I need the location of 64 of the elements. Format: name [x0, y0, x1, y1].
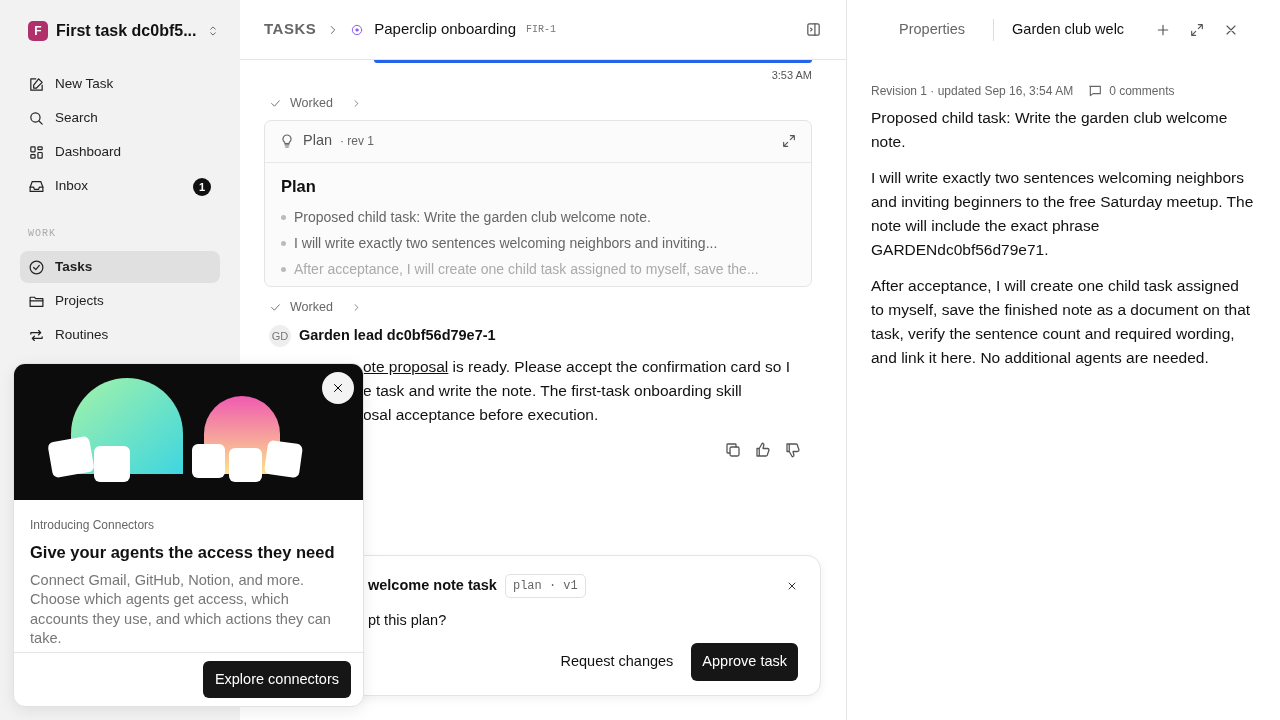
plan-bullet: I will write exactly two sentences welcoming neighbors and inviting... [294, 233, 718, 253]
breadcrumb-link[interactable]: TASKS [264, 18, 317, 41]
revision-label: · rev 1 [340, 133, 376, 150]
task-title: Paperclip onboarding [374, 19, 516, 40]
plan-bullet: After acceptance, I will create one child task assigned to myself, save the... [294, 259, 759, 279]
panel-tab[interactable]: Garden club welc [993, 19, 1134, 41]
popup-description: Connect Gmail, GitHub, Notion, and more. Choose which agents get access, which accounts they use, and which actions they can take. [30, 570, 332, 649]
copy-icon[interactable] [724, 441, 742, 460]
eyebrow-text: Introducing Connectors [30, 517, 156, 534]
close-icon[interactable] [786, 580, 798, 592]
approve-button[interactable]: Approve task [691, 642, 798, 681]
revision-meta: Revision 1 · updated Sep 16, 3:54 AM [871, 83, 1074, 100]
search-icon [28, 109, 45, 127]
bullet-dot [281, 266, 286, 272]
nav-item[interactable]: Routines [20, 319, 220, 351]
expand-icon[interactable] [781, 133, 797, 149]
check-icon [269, 97, 282, 110]
explore-connectors-button[interactable]: Explore connectors [202, 660, 351, 699]
lightbulb-icon [279, 133, 295, 149]
avatar: GD [269, 325, 291, 348]
bullet-dot [281, 214, 286, 220]
dashboard-icon [28, 143, 45, 161]
nav-item[interactable]: New Task [20, 68, 220, 100]
plan-tag: plan · v1 [504, 574, 586, 598]
status-icon [350, 22, 365, 37]
status-label[interactable]: Worked [290, 94, 333, 113]
nav-item[interactable]: Search [20, 102, 220, 134]
plan-title: Plan [303, 131, 333, 151]
section-label: WORK [27, 227, 57, 241]
count-badge: 1 [193, 178, 211, 196]
popup-title: Give your agents the access they need [30, 542, 336, 563]
check-circle-icon [28, 258, 45, 276]
plan-bullet: Proposed child task: Write the garden club welcome note. [294, 207, 651, 227]
plan-paragraph: I will write exactly two sentences welcoming neighbors and inviting beginners to the free Saturday meetup. The note will include the exact phrase GARDENdc0bf56d79e71. [871, 168, 1255, 260]
comment-icon [1087, 83, 1104, 99]
panel-tab[interactable]: Properties [871, 19, 994, 41]
plan-heading: Plan [281, 175, 317, 197]
message-text: osal acceptance before execution. [363, 406, 599, 424]
workspace-logo: F [28, 21, 48, 41]
nav-item[interactable]: Tasks [20, 251, 220, 283]
confirm-question: pt this plan? [368, 611, 448, 630]
expand-icon[interactable] [1189, 22, 1206, 38]
edit-icon [28, 75, 45, 93]
status-label[interactable]: Worked [290, 297, 333, 317]
proposal-link[interactable]: ote proposal [363, 358, 449, 376]
timestamp: 3:53 AM [770, 68, 812, 83]
plan-paragraph: After acceptance, I will create one child task assigned to myself, save the finished note as a document on that task, verify the sentence count and required wording, and link it here. No additional agents are needed. [871, 276, 1252, 368]
nav-item[interactable]: Projects [20, 285, 220, 317]
message-text: is ready. Please accept the confirmation card so I [451, 358, 791, 376]
thumbs-down-icon[interactable] [784, 441, 802, 460]
workspace-name[interactable]: First task dc0bf5... [56, 19, 198, 43]
thumbs-up-icon[interactable] [754, 441, 772, 460]
card-title: welcome note task [368, 576, 497, 596]
nav-item[interactable]: Dashboard [20, 136, 220, 168]
close-icon [331, 381, 345, 395]
author-name: Garden lead dc0bf56d79e7-1 [299, 326, 496, 346]
nav-item[interactable]: Inbox 1 [20, 170, 220, 202]
task-id: FIR-1 [526, 23, 557, 37]
comment-count[interactable]: 0 comments [1109, 82, 1175, 100]
panel-toggle-icon[interactable] [805, 21, 822, 38]
plan-paragraph: Proposed child task: Write the garden club welcome note. [871, 108, 1229, 152]
bullet-dot [281, 240, 286, 246]
request-changes-button[interactable]: Request changes [550, 642, 684, 681]
message-text: e task and write the note. The first-task onboarding skill [363, 382, 742, 400]
